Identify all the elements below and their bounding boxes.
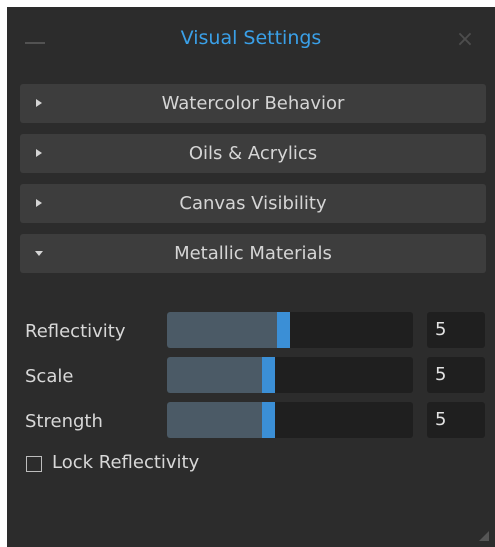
scale-label: Scale <box>25 366 74 387</box>
panel-titlebar[interactable]: Visual Settings × <box>7 7 495 75</box>
section-label: Oils & Acrylics <box>188 143 318 164</box>
section-canvas-visibility[interactable]: Canvas Visibility <box>20 184 486 223</box>
strength-value-field[interactable]: 5 <box>427 402 485 438</box>
resize-grip-icon[interactable] <box>479 531 489 541</box>
panel-title: Visual Settings <box>180 27 322 49</box>
section-label: Canvas Visibility <box>179 193 327 214</box>
slider-handle[interactable] <box>262 402 275 438</box>
lock-reflectivity-checkbox[interactable] <box>26 456 42 472</box>
scale-value-field[interactable]: 5 <box>427 357 485 393</box>
slider-handle[interactable] <box>262 357 275 393</box>
reflectivity-value: 5 <box>435 319 447 340</box>
reflectivity-value-field[interactable]: 5 <box>427 312 485 348</box>
section-watercolor-behavior[interactable]: Watercolor Behavior <box>20 84 486 123</box>
reflectivity-slider[interactable] <box>167 312 413 348</box>
slider-fill <box>167 312 290 348</box>
section-oils-acrylics[interactable]: Oils & Acrylics <box>20 134 486 173</box>
scale-slider[interactable] <box>167 357 413 393</box>
visual-settings-panel: Visual Settings × Watercolor Behavior Oi… <box>7 7 495 547</box>
scale-value: 5 <box>435 364 447 385</box>
lock-reflectivity-label[interactable]: Lock Reflectivity <box>52 452 199 473</box>
close-icon[interactable]: × <box>455 29 475 51</box>
strength-slider[interactable] <box>167 402 413 438</box>
slider-fill <box>167 402 275 438</box>
section-label: Watercolor Behavior <box>161 93 345 114</box>
slider-fill <box>167 357 275 393</box>
strength-label: Strength <box>25 411 103 432</box>
reflectivity-label: Reflectivity <box>25 321 126 342</box>
section-metallic-materials[interactable]: Metallic Materials <box>20 234 486 273</box>
strength-value: 5 <box>435 409 447 430</box>
slider-handle[interactable] <box>277 312 290 348</box>
section-label: Metallic Materials <box>174 243 332 264</box>
